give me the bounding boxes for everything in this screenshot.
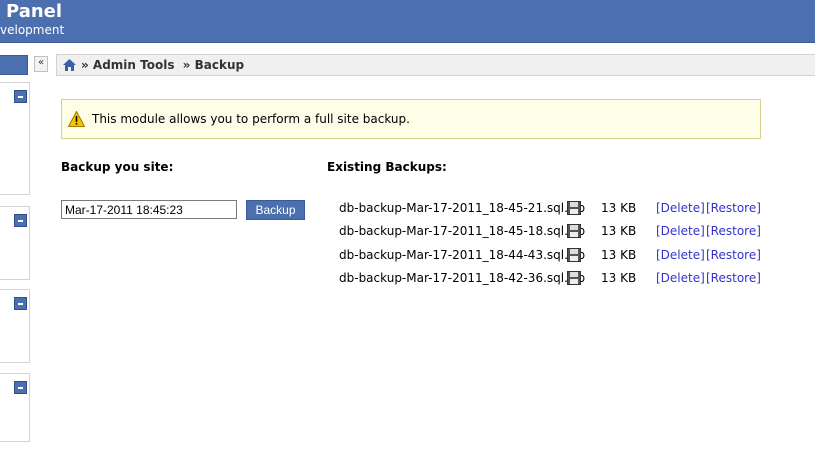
backup-file-size: 13 KB xyxy=(601,248,637,262)
delete-backup-link[interactable]: [Delete] xyxy=(656,201,705,215)
backup-file-size: 13 KB xyxy=(601,224,637,238)
backup-row: db-backup-Mar-17-2011_18-44-43.sql.zip 1… xyxy=(339,248,769,268)
backup-button[interactable]: Backup xyxy=(246,200,305,220)
sidebar-panel xyxy=(0,82,30,195)
restore-backup-link[interactable]: [Restore] xyxy=(706,224,761,238)
app-title: Panel xyxy=(6,1,63,22)
backup-site-heading: Backup you site: xyxy=(61,160,174,174)
sidebar-search-bar[interactable] xyxy=(0,55,28,75)
warning-icon xyxy=(68,111,85,127)
collapse-panel-minus-icon[interactable] xyxy=(14,90,27,103)
floppy-disk-icon[interactable] xyxy=(567,271,581,285)
restore-backup-link[interactable]: [Restore] xyxy=(706,248,761,262)
restore-backup-link[interactable]: [Restore] xyxy=(706,201,761,215)
backup-file-name[interactable]: db-backup-Mar-17-2011_18-44-43.sql.zip xyxy=(339,248,585,262)
collapse-panel-minus-icon[interactable] xyxy=(14,381,27,394)
info-notice: This module allows you to perform a full… xyxy=(61,99,761,139)
backup-date-input[interactable] xyxy=(61,200,237,219)
delete-backup-link[interactable]: [Delete] xyxy=(656,271,705,285)
breadcrumb: » Admin Tools » Backup xyxy=(56,54,815,76)
delete-backup-link[interactable]: [Delete] xyxy=(656,248,705,262)
notice-message: This module allows you to perform a full… xyxy=(92,112,410,126)
app-subtitle: velopment xyxy=(0,23,65,37)
backup-file-name[interactable]: db-backup-Mar-17-2011_18-42-36.sql.zip xyxy=(339,271,585,285)
sidebar-panel xyxy=(0,206,30,280)
collapse-panel-minus-icon[interactable] xyxy=(14,297,27,310)
floppy-disk-icon[interactable] xyxy=(567,248,581,262)
sidebar xyxy=(0,50,31,442)
backup-file-name[interactable]: db-backup-Mar-17-2011_18-45-21.sql.zip xyxy=(339,201,585,215)
existing-backups-heading: Existing Backups: xyxy=(327,160,447,174)
restore-backup-link[interactable]: [Restore] xyxy=(706,271,761,285)
collapse-sidebar-button[interactable]: « xyxy=(34,56,48,72)
sidebar-panel xyxy=(0,289,30,363)
floppy-disk-icon[interactable] xyxy=(567,201,581,215)
backup-row: db-backup-Mar-17-2011_18-45-18.sql.zip 1… xyxy=(339,224,769,244)
breadcrumb-item-admin-tools[interactable]: » Admin Tools xyxy=(81,58,174,72)
backup-row: db-backup-Mar-17-2011_18-42-36.sql.zip 1… xyxy=(339,271,769,291)
breadcrumb-item-backup: » Backup xyxy=(182,58,245,72)
app-header: Panel velopment xyxy=(0,0,815,43)
collapse-panel-minus-icon[interactable] xyxy=(14,214,27,227)
backup-file-size: 13 KB xyxy=(601,271,637,285)
floppy-disk-icon[interactable] xyxy=(567,224,581,238)
sidebar-panel xyxy=(0,373,30,442)
delete-backup-link[interactable]: [Delete] xyxy=(656,224,705,238)
home-icon[interactable] xyxy=(63,59,76,71)
backup-file-size: 13 KB xyxy=(601,201,637,215)
backup-file-name[interactable]: db-backup-Mar-17-2011_18-45-18.sql.zip xyxy=(339,224,585,238)
backup-row: db-backup-Mar-17-2011_18-45-21.sql.zip 1… xyxy=(339,201,769,221)
